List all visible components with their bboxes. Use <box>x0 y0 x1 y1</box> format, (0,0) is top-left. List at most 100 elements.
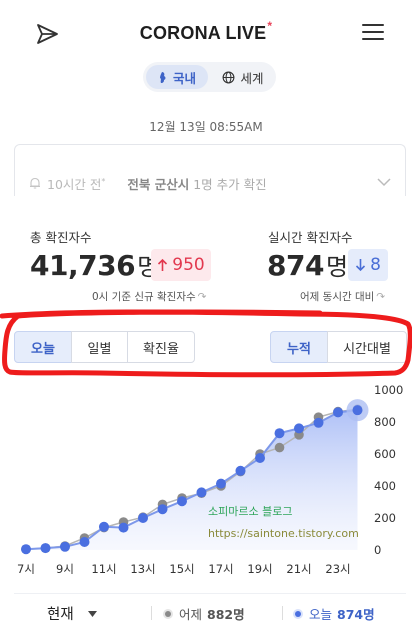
brand-logo[interactable]: CORONA LIVE* <box>0 19 412 44</box>
live-delta-badge: 8 <box>348 249 388 281</box>
period-tabs: 오늘 일별 확진율 <box>14 331 195 363</box>
period-select-value: 현재 <box>47 607 74 623</box>
korea-map-icon <box>159 71 166 83</box>
x-tick-label: 21시 <box>286 562 311 576</box>
globe-icon <box>223 71 235 83</box>
today-point <box>157 504 168 515</box>
arrow-up-icon <box>158 258 168 271</box>
x-tick-label: 11시 <box>91 562 116 576</box>
brand-main: CORONA <box>139 23 221 43</box>
live-cases-label: 실시간 확진자수 <box>268 230 353 245</box>
total-cases-label: 총 확진자수 <box>30 230 92 245</box>
legend-today-label: 오늘 <box>309 607 333 622</box>
today-point <box>60 541 70 552</box>
today-point <box>333 407 343 418</box>
today-point <box>294 423 304 434</box>
mode-tabs: 누적 시간대별 <box>270 331 407 363</box>
live-cases-unit: 명 <box>325 253 348 281</box>
today-point <box>313 417 324 428</box>
legend-today-value: 874명 <box>337 607 375 622</box>
x-tick-label: 9시 <box>56 562 74 576</box>
news-time-mark: * <box>101 176 106 186</box>
hamburger-menu-icon[interactable] <box>362 24 384 42</box>
brand-mark: * <box>267 19 273 33</box>
news-time: 10시간 전* <box>47 174 105 193</box>
yesterday-point <box>274 442 285 453</box>
region-world-button[interactable]: 세계 <box>213 65 273 89</box>
bell-icon <box>30 177 40 189</box>
tab-today[interactable]: 오늘 <box>14 331 72 363</box>
app-header: CORONA LIVE* <box>0 0 412 62</box>
redo-arrow-icon: ↷ <box>376 291 386 303</box>
total-cases-value: 41,736명 <box>30 247 159 282</box>
blue-dot-icon <box>293 608 303 619</box>
today-point <box>138 513 148 523</box>
total-delta-badge: 950 <box>151 249 211 281</box>
legend-today[interactable]: 오늘 874명 <box>292 604 375 623</box>
today-point <box>216 478 226 489</box>
news-ticker[interactable]: 10시간 전* 전북 군산시 1명 추가 확진 <box>28 174 398 192</box>
x-tick-label: 15시 <box>169 562 194 576</box>
today-point <box>177 496 187 507</box>
y-tick-label: 1000 <box>374 383 403 397</box>
live-delta-value: 8 <box>370 255 381 275</box>
y-tick-label: 800 <box>374 415 396 429</box>
caret-down-icon <box>87 610 97 617</box>
redo-arrow-icon: ↷ <box>197 291 207 303</box>
today-point <box>21 544 31 555</box>
legend-divider <box>151 606 152 620</box>
legend-yesterday-value: 882명 <box>207 607 245 622</box>
y-tick-label: 200 <box>374 511 396 525</box>
x-tick-label: 13시 <box>130 562 155 576</box>
today-point <box>79 537 90 547</box>
today-point <box>274 428 285 439</box>
region-domestic-label: 국내 <box>172 70 196 86</box>
total-cases-number: 41,736 <box>30 249 136 282</box>
x-tick-label: 17시 <box>208 562 233 576</box>
y-tick-label: 0 <box>374 543 381 557</box>
tab-rate[interactable]: 확진율 <box>127 331 195 363</box>
legend-yesterday[interactable]: 어제 882명 <box>162 604 245 623</box>
tab-hourly[interactable]: 시간대별 <box>327 331 407 363</box>
x-tick-label: 19시 <box>247 562 272 576</box>
watermark-line2: https://saintone.tistory.com <box>208 527 359 540</box>
live-note-text: 어제 동시간 대비 <box>300 291 375 303</box>
total-cases-note: 0시 기준 신규 확진자수 ↷ <box>92 289 206 304</box>
tab-daily[interactable]: 일별 <box>71 331 128 363</box>
today-point <box>235 465 246 476</box>
gray-dot-icon <box>163 608 173 619</box>
cases-line-chart: 0 200 400 600 800 1000 7시 9시 11시 13시 15시 17시 19시 21시… <box>17 383 403 576</box>
live-cases-note: 어제 동시간 대비 ↷ <box>300 289 385 304</box>
period-select[interactable]: 현재 <box>47 603 97 624</box>
today-point <box>352 405 363 416</box>
today-point <box>40 543 51 554</box>
news-place: 전북 군산시 <box>127 176 190 192</box>
chart-legend-bar: 현재 어제 882명 오늘 874명 <box>14 593 406 631</box>
region-toggle: 국내 세계 <box>143 62 276 92</box>
brand-live: LIVE <box>225 23 267 43</box>
news-text: 전북 군산시 1명 추가 확진 <box>127 174 266 193</box>
live-cases-number: 874 <box>267 249 324 282</box>
y-tick-label: 600 <box>374 447 396 461</box>
today-point <box>255 453 265 463</box>
region-world-label: 세계 <box>240 70 264 86</box>
live-cases-value: 874명 <box>267 247 348 282</box>
total-note-text: 0시 기준 신규 확진자수 <box>92 291 196 303</box>
x-tick-label: 23시 <box>325 562 350 576</box>
region-domestic-button[interactable]: 국내 <box>146 65 208 89</box>
legend-yesterday-label: 어제 <box>179 607 203 622</box>
tab-cumulative[interactable]: 누적 <box>270 331 328 363</box>
news-time-text: 10시간 전 <box>47 176 102 192</box>
news-body: 1명 추가 확진 <box>189 176 267 192</box>
watermark-line1: 소피마르소 블로그 <box>208 505 292 518</box>
update-timestamp: 12월 13일 08:55AM <box>149 120 263 134</box>
y-tick-label: 400 <box>374 479 396 493</box>
today-point <box>99 521 109 532</box>
today-point <box>196 487 207 498</box>
x-tick-label: 7시 <box>17 562 35 576</box>
total-delta-value: 950 <box>172 255 205 275</box>
chevron-down-icon[interactable] <box>376 176 392 188</box>
arrow-down-icon <box>356 259 366 272</box>
legend-divider <box>282 606 283 620</box>
today-point <box>118 522 129 533</box>
